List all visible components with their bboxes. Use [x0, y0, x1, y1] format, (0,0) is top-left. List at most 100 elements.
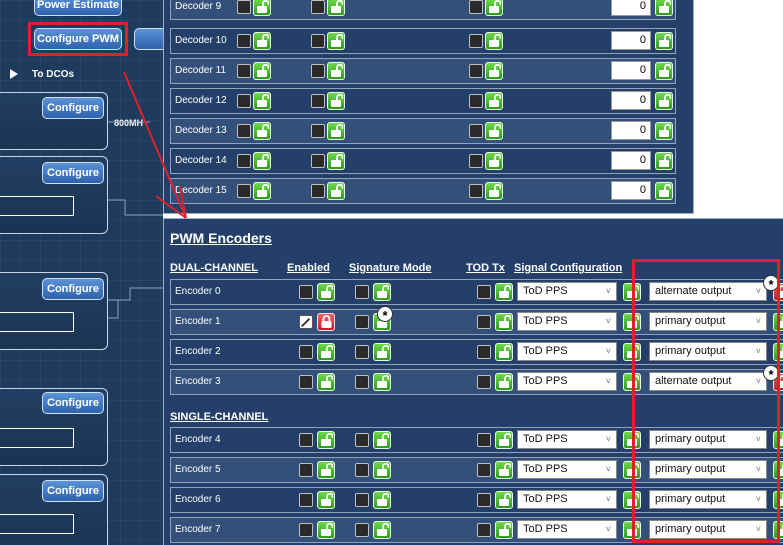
- checkbox[interactable]: [311, 94, 325, 108]
- open-padlock-icon[interactable]: [495, 521, 513, 539]
- checkbox[interactable]: [299, 345, 313, 359]
- open-padlock-icon[interactable]: [655, 122, 673, 140]
- checkbox[interactable]: [469, 124, 483, 138]
- checkbox[interactable]: [311, 154, 325, 168]
- open-padlock-icon[interactable]: [495, 343, 513, 361]
- open-padlock-icon[interactable]: [485, 32, 503, 50]
- checkbox[interactable]: [311, 34, 325, 48]
- open-padlock-icon[interactable]: [485, 0, 503, 16]
- checkbox[interactable]: [477, 285, 491, 299]
- open-padlock-icon[interactable]: [485, 122, 503, 140]
- open-padlock-icon[interactable]: [327, 182, 345, 200]
- decoder-value-input[interactable]: 0: [611, 31, 651, 50]
- open-padlock-icon[interactable]: [373, 373, 391, 391]
- checkbox[interactable]: [477, 523, 491, 537]
- open-padlock-icon[interactable]: [253, 182, 271, 200]
- open-padlock-icon[interactable]: [485, 152, 503, 170]
- open-padlock-icon[interactable]: [253, 32, 271, 50]
- signal-select[interactable]: ToD PPS ˅: [517, 430, 617, 449]
- open-padlock-icon[interactable]: [495, 313, 513, 331]
- checkbox[interactable]: [355, 315, 369, 329]
- open-padlock-icon[interactable]: [327, 122, 345, 140]
- checkbox[interactable]: [299, 285, 313, 299]
- decoder-value-input[interactable]: 0: [611, 121, 651, 140]
- open-padlock-icon[interactable]: [655, 32, 673, 50]
- open-padlock-icon[interactable]: [327, 152, 345, 170]
- checkbox[interactable]: [299, 375, 313, 389]
- checkbox[interactable]: [355, 463, 369, 477]
- checkbox[interactable]: [311, 124, 325, 138]
- checkbox[interactable]: [469, 154, 483, 168]
- checkbox[interactable]: [469, 34, 483, 48]
- signal-select[interactable]: ToD PPS ˅: [517, 490, 617, 509]
- open-padlock-icon[interactable]: [655, 182, 673, 200]
- open-padlock-icon[interactable]: [655, 152, 673, 170]
- open-padlock-icon[interactable]: [317, 491, 335, 509]
- open-padlock-icon[interactable]: [373, 283, 391, 301]
- closed-padlock-icon[interactable]: [317, 313, 335, 331]
- checkbox[interactable]: [477, 375, 491, 389]
- checkbox[interactable]: [311, 64, 325, 78]
- open-padlock-icon[interactable]: [373, 491, 391, 509]
- open-padlock-icon[interactable]: [317, 431, 335, 449]
- checkbox[interactable]: [469, 0, 483, 14]
- checkbox[interactable]: [299, 523, 313, 537]
- checkbox[interactable]: [237, 154, 251, 168]
- open-padlock-icon[interactable]: [253, 0, 271, 16]
- open-padlock-icon[interactable]: [253, 92, 271, 110]
- open-padlock-icon[interactable]: [373, 343, 391, 361]
- signal-select[interactable]: ToD PPS ˅: [517, 460, 617, 479]
- checkbox[interactable]: [355, 345, 369, 359]
- open-padlock-icon[interactable]: [495, 491, 513, 509]
- open-padlock-icon[interactable]: [485, 92, 503, 110]
- signal-select[interactable]: ToD PPS ˅: [517, 372, 617, 391]
- checkbox[interactable]: [477, 345, 491, 359]
- open-padlock-icon[interactable]: [327, 92, 345, 110]
- open-padlock-icon[interactable]: [655, 0, 673, 16]
- open-padlock-icon[interactable]: [327, 32, 345, 50]
- open-padlock-icon[interactable]: [495, 461, 513, 479]
- open-padlock-icon[interactable]: [373, 521, 391, 539]
- checkbox[interactable]: [311, 0, 325, 14]
- checkbox[interactable]: [355, 493, 369, 507]
- checkbox[interactable]: [299, 433, 313, 447]
- open-padlock-icon[interactable]: [253, 62, 271, 80]
- open-padlock-icon[interactable]: [317, 373, 335, 391]
- checkbox[interactable]: [237, 64, 251, 78]
- decoder-value-input[interactable]: 0: [611, 61, 651, 80]
- checkbox[interactable]: [477, 315, 491, 329]
- open-padlock-icon[interactable]: [495, 373, 513, 391]
- open-padlock-icon[interactable]: [253, 122, 271, 140]
- checkbox[interactable]: [355, 285, 369, 299]
- checkbox[interactable]: [311, 184, 325, 198]
- decoder-value-input[interactable]: 0: [611, 151, 651, 170]
- open-padlock-icon[interactable]: [317, 521, 335, 539]
- checkbox[interactable]: [237, 34, 251, 48]
- signal-select[interactable]: ToD PPS ˅: [517, 520, 617, 539]
- decoder-value-input[interactable]: 0: [611, 91, 651, 110]
- open-padlock-icon[interactable]: [373, 461, 391, 479]
- checkbox[interactable]: [355, 375, 369, 389]
- decoder-value-input[interactable]: 0: [611, 181, 651, 200]
- checkbox[interactable]: [299, 493, 313, 507]
- checkbox[interactable]: [299, 315, 313, 329]
- open-padlock-icon[interactable]: [495, 431, 513, 449]
- checkbox[interactable]: [355, 523, 369, 537]
- checkbox[interactable]: [237, 184, 251, 198]
- open-padlock-icon[interactable]: [253, 152, 271, 170]
- checkbox[interactable]: [469, 184, 483, 198]
- checkbox[interactable]: [237, 0, 251, 14]
- open-padlock-icon[interactable]: [655, 62, 673, 80]
- open-padlock-icon[interactable]: [317, 283, 335, 301]
- checkbox[interactable]: [299, 463, 313, 477]
- checkbox[interactable]: [237, 124, 251, 138]
- checkbox[interactable]: [469, 94, 483, 108]
- decoder-value-input[interactable]: 0: [611, 0, 651, 16]
- open-padlock-icon[interactable]: [327, 0, 345, 16]
- open-padlock-icon[interactable]: [317, 343, 335, 361]
- signal-select[interactable]: ToD PPS ˅: [517, 282, 617, 301]
- open-padlock-icon[interactable]: [327, 62, 345, 80]
- signal-select[interactable]: ToD PPS ˅: [517, 312, 617, 331]
- open-padlock-icon[interactable]: [485, 182, 503, 200]
- checkbox[interactable]: [477, 493, 491, 507]
